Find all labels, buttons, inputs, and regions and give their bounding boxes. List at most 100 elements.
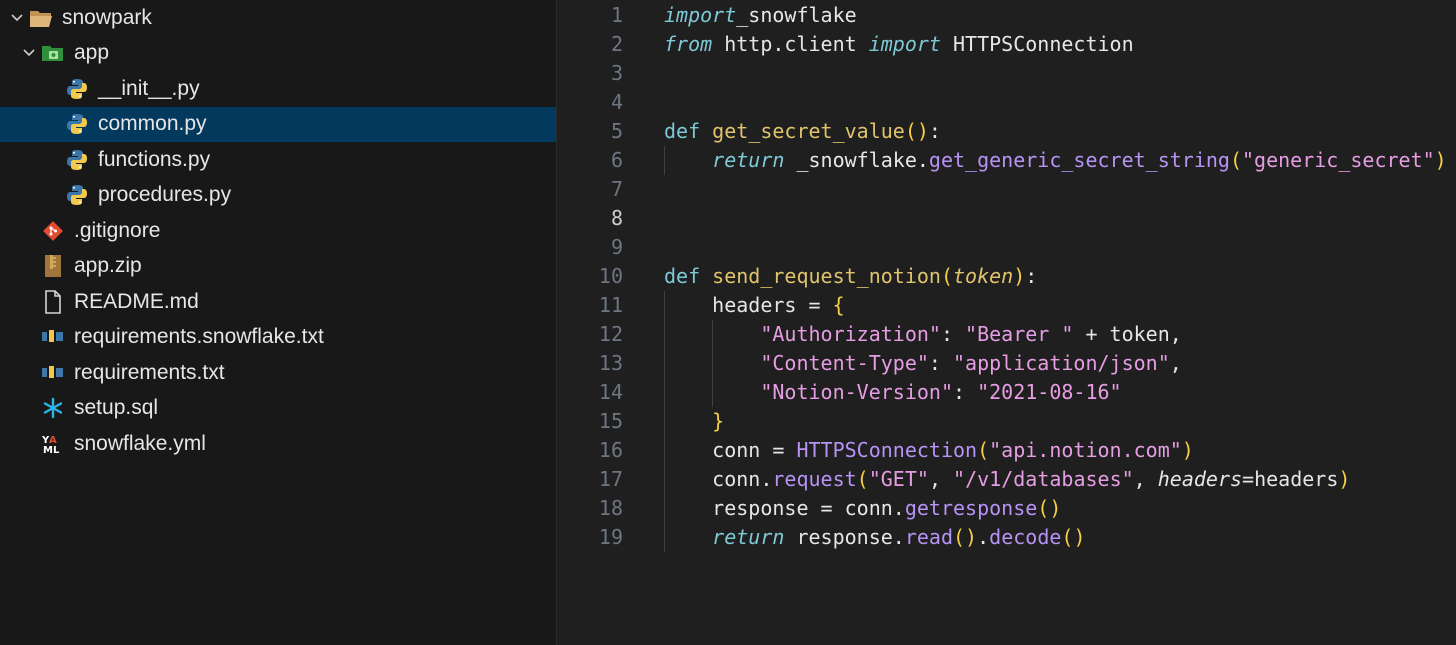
line-number: 18 bbox=[598, 495, 623, 520]
tree-item[interactable]: .gitignore bbox=[0, 213, 556, 248]
tree-item[interactable]: requirements.txt bbox=[0, 355, 556, 390]
tree-item[interactable]: functions.py bbox=[0, 142, 556, 177]
svg-text:ML: ML bbox=[43, 445, 60, 455]
tree-item[interactable]: README.md bbox=[0, 284, 556, 319]
code-token: , bbox=[1169, 350, 1182, 375]
code-text: conn = HTTPSConnection("api.notion.com") bbox=[664, 438, 1194, 462]
file-icon bbox=[40, 289, 66, 315]
code-line[interactable]: 9 bbox=[557, 232, 1456, 261]
code-line[interactable]: 8 bbox=[557, 203, 1456, 232]
line-number: 7 bbox=[610, 176, 623, 201]
folder-app-icon bbox=[40, 40, 66, 66]
python-icon bbox=[64, 76, 90, 102]
line-number: 13 bbox=[598, 350, 623, 375]
code-token: ) bbox=[1013, 263, 1026, 288]
code-token: "/v1/databases" bbox=[953, 466, 1134, 491]
chevron-down-icon[interactable] bbox=[18, 46, 40, 60]
tree-item-label: functions.py bbox=[98, 147, 211, 171]
code-line[interactable]: 1 import_snowflake bbox=[557, 0, 1456, 29]
code-token: import bbox=[664, 2, 737, 27]
code-line[interactable]: 2 from http.client import HTTPSConnection bbox=[557, 29, 1456, 58]
tree-item-label: procedures.py bbox=[98, 183, 232, 206]
code-line[interactable]: 14 "Notion-Version": "2021-08-16" bbox=[557, 377, 1456, 406]
code-text: return response.read().decode() bbox=[664, 524, 1085, 549]
tree-item[interactable]: requirements.snowflake.txt bbox=[0, 320, 556, 355]
code-line[interactable]: 3 bbox=[557, 58, 1456, 87]
code-line[interactable]: 17 conn.request("GET", "/v1/databases", … bbox=[557, 464, 1456, 493]
code-token: def bbox=[664, 118, 701, 143]
code-token: : bbox=[928, 350, 953, 375]
code-token: get_generic_secret_string bbox=[928, 147, 1230, 172]
line-number: 15 bbox=[598, 408, 623, 433]
code-token: token bbox=[953, 263, 1014, 288]
code-text: "Content-Type": "application/json", bbox=[664, 350, 1182, 375]
tree-item-label: .gitignore bbox=[74, 218, 161, 242]
tree-item[interactable]: Y A ML snowflake.yml bbox=[0, 426, 556, 461]
code-line[interactable]: 18 response = conn.getresponse() bbox=[557, 493, 1456, 522]
line-number: 2 bbox=[610, 31, 623, 56]
python-icon bbox=[64, 182, 90, 208]
code-line[interactable]: 19 return response.read().decode() bbox=[557, 522, 1456, 551]
code-token: : bbox=[928, 118, 941, 143]
code-text: from http.client import HTTPSConnection bbox=[664, 32, 1134, 56]
code-text: "Authorization": "Bearer " + token, bbox=[664, 321, 1181, 346]
python-icon bbox=[64, 147, 90, 173]
tree-item[interactable]: procedures.py bbox=[0, 178, 556, 213]
tree-item[interactable]: snowpark bbox=[0, 0, 556, 35]
git-icon bbox=[40, 218, 66, 244]
code-token: "Notion-Version" bbox=[760, 379, 953, 404]
code-line[interactable]: 11 headers = { bbox=[557, 290, 1456, 319]
code-editor[interactable]: 1 import_snowflake 2 from http.client impor… bbox=[557, 0, 1456, 645]
code-line[interactable]: 4 bbox=[557, 87, 1456, 116]
code-token: send_request_notion bbox=[712, 263, 941, 288]
code-token: request bbox=[772, 466, 857, 491]
code-text: response = conn.getresponse() bbox=[664, 496, 1061, 520]
code-token: read bbox=[904, 524, 954, 549]
code-token: } bbox=[712, 408, 725, 433]
tree-item[interactable]: __init__.py bbox=[0, 71, 556, 106]
tree-item[interactable]: app.zip bbox=[0, 249, 556, 284]
line-number: 4 bbox=[610, 89, 623, 114]
code-token: conn = bbox=[664, 437, 797, 462]
code-token: ) bbox=[1181, 437, 1194, 462]
code-line[interactable]: 13 "Content-Type": "application/json", bbox=[557, 348, 1456, 377]
code-line[interactable]: 5 def get_secret_value(): bbox=[557, 116, 1456, 145]
code-line[interactable]: 15 } bbox=[557, 406, 1456, 435]
code-text: } bbox=[664, 409, 724, 433]
code-line[interactable]: 10 def send_request_notion(token): bbox=[557, 261, 1456, 290]
code-token: "generic_secret" bbox=[1242, 147, 1435, 172]
code-line[interactable]: 7 bbox=[557, 174, 1456, 203]
code-token: "Content-Type" bbox=[760, 350, 929, 375]
tree-item[interactable]: common.py bbox=[0, 106, 556, 142]
line-number: 9 bbox=[610, 234, 623, 259]
tree-item-label: common.py bbox=[98, 112, 207, 135]
line-number: 6 bbox=[610, 147, 623, 172]
line-number: 5 bbox=[610, 118, 623, 143]
tree-item[interactable]: setup.sql bbox=[0, 391, 556, 426]
code-text: def get_secret_value(): bbox=[664, 119, 941, 143]
code-line[interactable]: 16 conn = HTTPSConnection("api.notion.co… bbox=[557, 435, 1456, 464]
code-token: headers = bbox=[664, 292, 833, 317]
code-token: "2021-08-16" bbox=[977, 379, 1122, 404]
chevron-down-icon[interactable] bbox=[6, 11, 28, 25]
code-token: ( bbox=[977, 437, 990, 462]
code-token: : bbox=[1025, 263, 1038, 288]
tree-item-label: app bbox=[74, 41, 110, 64]
file-explorer: snowpark app __init__.py common.py functions… bbox=[0, 0, 557, 645]
code-line[interactable]: 6 return _snowflake.get_generic_secret_s… bbox=[557, 145, 1456, 174]
tree-item[interactable]: app bbox=[0, 36, 556, 71]
code-token: , bbox=[1133, 466, 1158, 491]
code-line[interactable]: 12 "Authorization": "Bearer " + token, bbox=[557, 319, 1456, 348]
code-token: conn. bbox=[664, 466, 773, 491]
tree-item-label: README.md bbox=[74, 289, 199, 313]
code-token: : bbox=[940, 321, 966, 346]
code-token: () bbox=[1037, 495, 1062, 520]
code-token: "Bearer " bbox=[965, 321, 1074, 346]
pip-icon bbox=[40, 360, 66, 386]
